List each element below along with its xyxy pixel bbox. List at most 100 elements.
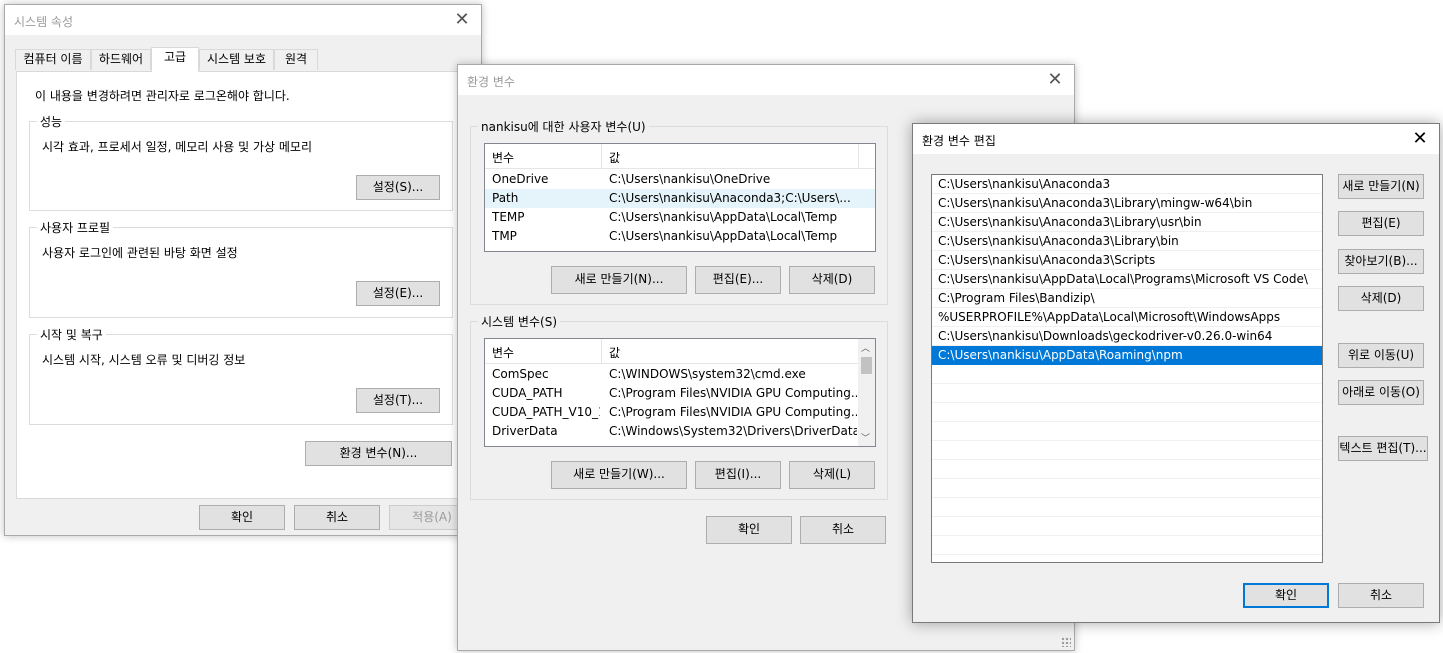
column-header-value[interactable]: 값 — [609, 149, 620, 166]
new-button[interactable]: 새로 만들기(N) — [1338, 174, 1424, 199]
cancel-button[interactable]: 취소 — [294, 505, 380, 530]
empty-row[interactable] — [932, 460, 1322, 479]
variable-name: CUDA_PATH_V10_1 — [492, 405, 600, 419]
cancel-button[interactable]: 취소 — [800, 516, 886, 544]
titlebar[interactable]: 시스템 속성 ✕ — [5, 5, 481, 35]
tab-advanced[interactable]: 고급 — [151, 47, 199, 72]
variable-value: C:\Program Files\NVIDIA GPU Computing... — [609, 405, 857, 419]
list-item[interactable]: C:\Users\nankisu\Anaconda3\Scripts — [932, 251, 1322, 270]
edit-text-button[interactable]: 텍스트 편집(T)... — [1338, 436, 1428, 461]
system-variables-group: 시스템 변수(S) 변수 값 ComSpec C:\WINDOWS\system… — [470, 313, 888, 500]
variable-value: C:\Windows\System32\Drivers\DriverData — [609, 424, 857, 438]
edit-environment-variable-dialog: 환경 변수 편집 ✕ C:\Users\nankisu\Anaconda3 C:… — [912, 123, 1440, 623]
empty-row[interactable] — [932, 536, 1322, 555]
group-label: nankisu에 대한 사용자 변수(U) — [478, 118, 649, 135]
list-item[interactable]: %USERPROFILE%\AppData\Local\Microsoft\Wi… — [932, 308, 1322, 327]
variable-name: OneDrive — [492, 172, 549, 186]
resize-grip[interactable] — [1061, 637, 1071, 647]
environment-variables-button[interactable]: 환경 변수(N)... — [305, 441, 452, 466]
system-delete-button[interactable]: 삭제(L) — [789, 461, 875, 489]
variable-value: C:\Program Files\NVIDIA GPU Computing... — [609, 386, 857, 400]
user-variables-list[interactable]: 변수 값 OneDrive C:\Users\nankisu\OneDrive … — [484, 143, 876, 252]
ok-button[interactable]: 확인 — [1243, 583, 1329, 608]
user-edit-button[interactable]: 편집(E)... — [695, 266, 781, 294]
table-row[interactable]: CUDA_PATH C:\Program Files\NVIDIA GPU Co… — [485, 384, 875, 403]
close-icon[interactable]: ✕ — [1409, 128, 1431, 150]
empty-row[interactable] — [932, 384, 1322, 403]
column-header-variable[interactable]: 변수 — [492, 149, 514, 166]
group-label: 성능 — [37, 113, 66, 130]
empty-row[interactable] — [932, 517, 1322, 536]
delete-button[interactable]: 삭제(D) — [1338, 286, 1424, 311]
empty-row[interactable] — [932, 479, 1322, 498]
system-new-button[interactable]: 새로 만들기(W)... — [551, 461, 687, 489]
empty-row[interactable] — [932, 365, 1322, 384]
list-item[interactable]: C:\Users\nankisu\Anaconda3\Library\bin — [932, 232, 1322, 251]
ok-button[interactable]: 확인 — [199, 505, 285, 530]
column-header-value[interactable]: 값 — [609, 344, 620, 361]
user-profile-group: 사용자 프로필 사용자 로그인에 관련된 바탕 화면 설정 설정(E)... — [29, 219, 453, 318]
list-item[interactable]: C:\Program Files\Bandizip\ — [932, 289, 1322, 308]
variable-name: TMP — [492, 229, 517, 243]
performance-group: 성능 시각 효과, 프로세서 일정, 메모리 사용 및 가상 메모리 설정(S)… — [29, 113, 453, 211]
list-item[interactable]: C:\Users\nankisu\Anaconda3\Library\usr\b… — [932, 213, 1322, 232]
list-item[interactable]: C:\Users\nankisu\AppData\Local\Programs\… — [932, 270, 1322, 289]
table-row[interactable]: OneDrive C:\Users\nankisu\OneDrive — [485, 170, 875, 189]
move-up-button[interactable]: 위로 이동(U) — [1338, 343, 1424, 368]
close-icon[interactable]: ✕ — [451, 9, 473, 31]
list-item-selected[interactable]: C:\Users\nankisu\AppData\Roaming\npm — [932, 346, 1322, 365]
list-item[interactable]: C:\Users\nankisu\Anaconda3\Library\mingw… — [932, 194, 1322, 213]
empty-row[interactable] — [932, 403, 1322, 422]
table-row[interactable]: ComSpec C:\WINDOWS\system32\cmd.exe — [485, 365, 875, 384]
list-item[interactable]: C:\Users\nankisu\Anaconda3 — [932, 175, 1322, 194]
tab-system-protection[interactable]: 시스템 보호 — [199, 49, 274, 70]
dialog-title: 시스템 속성 — [14, 15, 74, 29]
table-row[interactable]: TMP C:\Users\nankisu\AppData\Local\Temp — [485, 227, 875, 246]
path-list[interactable]: C:\Users\nankisu\Anaconda3 C:\Users\nank… — [931, 174, 1323, 563]
cancel-button[interactable]: 취소 — [1338, 583, 1424, 608]
ok-button[interactable]: 확인 — [706, 516, 792, 544]
performance-settings-button[interactable]: 설정(S)... — [356, 175, 440, 200]
group-description: 사용자 로그인에 관련된 바탕 화면 설정 — [42, 246, 238, 260]
group-label: 사용자 프로필 — [37, 219, 114, 236]
list-header: 변수 값 — [485, 144, 875, 169]
system-properties-dialog: 시스템 속성 ✕ 컴퓨터 이름 하드웨어 고급 시스템 보호 원격 이 내용을 … — [4, 4, 482, 536]
close-icon[interactable]: ✕ — [1044, 69, 1066, 91]
tab-page-advanced: 이 내용을 변경하려면 관리자로 로그온해야 합니다. 성능 시각 효과, 프로… — [16, 71, 477, 499]
user-new-button[interactable]: 새로 만들기(N)... — [551, 266, 687, 294]
scroll-up-icon[interactable]: ︿ — [861, 341, 870, 354]
user-delete-button[interactable]: 삭제(D) — [789, 266, 875, 294]
empty-row[interactable] — [932, 441, 1322, 460]
variable-name: TEMP — [492, 210, 525, 224]
system-variables-list[interactable]: 변수 값 ComSpec C:\WINDOWS\system32\cmd.exe… — [484, 338, 876, 447]
variable-name: ComSpec — [492, 367, 549, 381]
system-edit-button[interactable]: 편집(I)... — [695, 461, 781, 489]
vertical-scrollbar[interactable]: ︿ ﹀ — [858, 339, 875, 446]
edit-button[interactable]: 편집(E) — [1338, 211, 1424, 236]
tab-remote[interactable]: 원격 — [274, 49, 318, 70]
table-row[interactable]: Path C:\Users\nankisu\Anaconda3;C:\Users… — [485, 189, 875, 208]
dialog-title: 환경 변수 편집 — [922, 134, 996, 148]
scroll-down-icon[interactable]: ﹀ — [861, 431, 870, 444]
list-header: 변수 값 — [485, 339, 875, 364]
scrollbar-thumb[interactable] — [861, 357, 872, 374]
empty-row[interactable] — [932, 422, 1322, 441]
variable-value: C:\Users\nankisu\Anaconda3;C:\Users\... — [609, 191, 851, 205]
startup-settings-button[interactable]: 설정(T)... — [356, 388, 440, 413]
empty-row[interactable] — [932, 498, 1322, 517]
table-row[interactable]: DriverData C:\Windows\System32\Drivers\D… — [485, 422, 875, 441]
move-down-button[interactable]: 아래로 이동(O) — [1338, 380, 1424, 405]
variable-name: Path — [492, 191, 519, 205]
column-header-variable[interactable]: 변수 — [492, 344, 514, 361]
titlebar[interactable]: 환경 변수 ✕ — [458, 65, 1074, 95]
variable-value: C:\Users\nankisu\AppData\Local\Temp — [609, 229, 838, 243]
variable-name: CUDA_PATH — [492, 386, 563, 400]
browse-button[interactable]: 찾아보기(B)... — [1338, 249, 1424, 274]
table-row[interactable]: TEMP C:\Users\nankisu\AppData\Local\Temp — [485, 208, 875, 227]
tab-hardware[interactable]: 하드웨어 — [91, 49, 151, 70]
titlebar[interactable]: 환경 변수 편집 ✕ — [913, 124, 1439, 154]
tab-computer-name[interactable]: 컴퓨터 이름 — [15, 49, 91, 70]
profile-settings-button[interactable]: 설정(E)... — [356, 281, 440, 306]
list-item[interactable]: C:\Users\nankisu\Downloads\geckodriver-v… — [932, 327, 1322, 346]
table-row[interactable]: CUDA_PATH_V10_1 C:\Program Files\NVIDIA … — [485, 403, 875, 422]
